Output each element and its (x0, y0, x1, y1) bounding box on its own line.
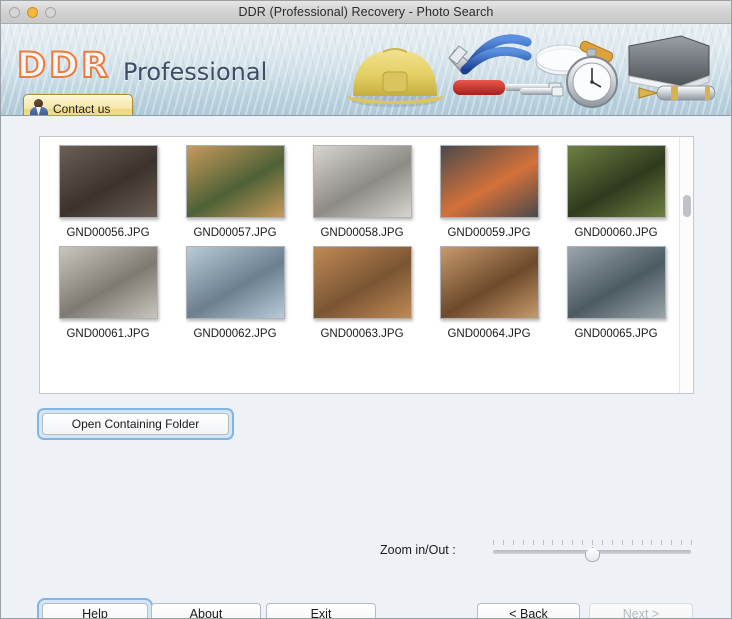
thumbnail-label: GND00059.JPG (447, 227, 531, 239)
vertical-scrollbar[interactable] (679, 137, 693, 393)
title-bar: DDR (Professional) Recovery - Photo Sear… (1, 1, 731, 24)
slider-tick (532, 540, 534, 545)
open-containing-folder-focus-ring: Open Containing Folder (37, 408, 234, 440)
logo-ddr: DDR (16, 45, 112, 87)
help-button-focus-ring: Help (37, 598, 153, 618)
thumbnail-image[interactable] (566, 145, 666, 218)
thumbnail-image[interactable] (58, 145, 158, 218)
thumbnail-item[interactable]: GND00062.JPG (176, 246, 294, 347)
close-button[interactable] (9, 7, 20, 18)
next-button: Next > (589, 603, 693, 618)
minimize-button[interactable] (27, 7, 38, 18)
thumbnail-label: GND00058.JPG (320, 227, 404, 239)
slider-tick (601, 540, 603, 545)
thumbnail-label: GND00062.JPG (193, 328, 277, 340)
toolbar-illustration (347, 34, 716, 108)
about-button[interactable]: About (151, 603, 261, 618)
thumbnail-label: GND00064.JPG (447, 328, 531, 340)
thumbnail-item[interactable]: GND00059.JPG (430, 145, 548, 246)
thumbnail-image[interactable] (185, 246, 285, 319)
slider-tick (552, 540, 554, 545)
slider-tick (562, 540, 564, 545)
thumbnail-item[interactable]: GND00061.JPG (49, 246, 167, 347)
app-banner: DDR Professional Contact us (1, 24, 731, 116)
slider-tick (611, 540, 613, 545)
slider-tick (493, 540, 494, 545)
main-content: GND00056.JPG GND00057.JPG GND00058.JPG G… (1, 116, 731, 618)
slider-tick (631, 540, 633, 545)
contact-us-button[interactable]: Contact us (23, 94, 133, 116)
app-window: DDR (Professional) Recovery - Photo Sear… (0, 0, 732, 619)
thumbnail-item[interactable]: GND00064.JPG (430, 246, 548, 347)
slider-tick (592, 540, 593, 545)
slider-tick (651, 540, 653, 545)
zoom-slider-label: Zoom in/Out : (380, 543, 456, 557)
slider-tick (641, 540, 643, 545)
thumbnail-image[interactable] (312, 246, 412, 319)
thumbnail-image[interactable] (312, 145, 412, 218)
thumbnail-item[interactable]: GND00058.JPG (303, 145, 421, 246)
slider-tick (691, 540, 692, 545)
thumbnail-label: GND00065.JPG (574, 328, 658, 340)
slider-ticks (493, 540, 692, 547)
user-icon (29, 98, 49, 115)
thumbnail-item[interactable]: GND00060.JPG (557, 145, 675, 246)
slider-tick (671, 540, 673, 545)
exit-button[interactable]: Exit (266, 603, 376, 618)
slider-tick (522, 540, 524, 545)
contact-us-label: Contact us (53, 102, 111, 116)
fountain-pen-icon (638, 85, 716, 101)
thumbnail-image[interactable] (439, 145, 539, 218)
slider-tick (502, 540, 504, 545)
open-containing-folder-button[interactable]: Open Containing Folder (42, 413, 229, 435)
thumbnail-item[interactable]: GND00057.JPG (176, 145, 294, 246)
thumbnail-label: GND00056.JPG (66, 227, 150, 239)
slider-tick (542, 540, 544, 545)
thumbnail-panel: GND00056.JPG GND00057.JPG GND00058.JPG G… (39, 136, 694, 394)
thumbnail-label: GND00060.JPG (574, 227, 658, 239)
small-screwdriver-icon (520, 86, 564, 97)
zoom-slider[interactable] (493, 540, 692, 564)
thumbnail-grid: GND00056.JPG GND00057.JPG GND00058.JPG G… (40, 137, 679, 393)
thumbnail-image[interactable] (58, 246, 158, 319)
thumbnail-label: GND00057.JPG (193, 227, 277, 239)
slider-tick (572, 540, 574, 545)
window-controls (9, 7, 56, 18)
help-button[interactable]: Help (42, 603, 148, 618)
thumbnail-row: GND00061.JPG GND00062.JPG GND00063.JPG G… (40, 246, 679, 347)
thumbnail-item[interactable]: GND00065.JPG (557, 246, 675, 347)
slider-tick (621, 540, 623, 545)
book-icon (628, 35, 710, 93)
thumbnail-label: GND00063.JPG (320, 328, 404, 340)
button-row: Help About Exit < Back Next > (1, 598, 731, 618)
thumbnail-item[interactable]: GND00063.JPG (303, 246, 421, 347)
thumbnail-label: GND00061.JPG (66, 328, 150, 340)
logo-professional: Professional (123, 58, 268, 86)
back-button[interactable]: < Back (477, 603, 580, 618)
hard-hat-icon (347, 48, 443, 107)
thumbnail-row: GND00056.JPG GND00057.JPG GND00058.JPG G… (40, 145, 679, 246)
slider-tick (661, 540, 663, 545)
thumbnail-image[interactable] (439, 246, 539, 319)
window-title: DDR (Professional) Recovery - Photo Sear… (238, 5, 494, 19)
thumbnail-image[interactable] (185, 145, 285, 218)
zoom-button[interactable] (45, 7, 56, 18)
slider-tick (582, 540, 584, 545)
slider-tick (512, 540, 514, 545)
thumbnail-item[interactable]: GND00056.JPG (49, 145, 167, 246)
slider-tick (681, 540, 683, 545)
pliers-icon (448, 34, 532, 75)
thumbnail-image[interactable] (566, 246, 666, 319)
scrollbar-thumb[interactable] (683, 195, 691, 217)
